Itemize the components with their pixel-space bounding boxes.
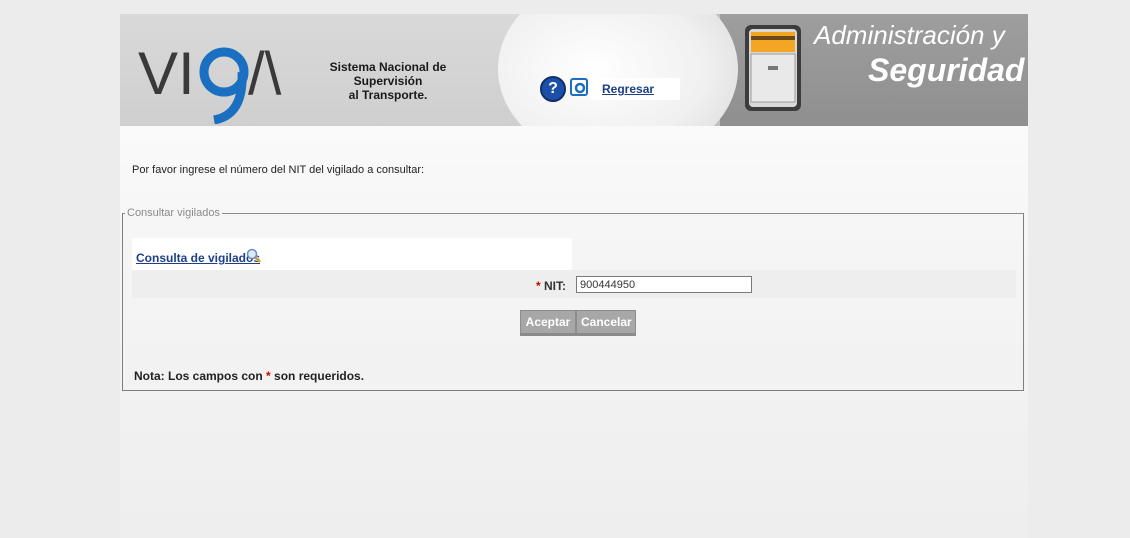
consultar-vigilados-fieldset: Consultar vigilados: [122, 207, 1024, 391]
nit-prompt: Por favor ingrese el número del NIT del …: [132, 164, 425, 176]
note-prefix: Nota: Los campos con: [134, 369, 263, 383]
filing-cabinet-icon: [745, 25, 801, 111]
required-mark: *: [536, 279, 541, 293]
nit-row: [132, 270, 1016, 298]
aceptar-button[interactable]: Aceptar: [520, 310, 576, 336]
svg-text:/\: /\: [248, 40, 282, 107]
magnifier-icon[interactable]: [246, 248, 262, 264]
cancelar-button[interactable]: Cancelar: [576, 310, 636, 336]
vigia-logo: VI /\: [138, 40, 282, 124]
svg-text:VI: VI: [138, 40, 195, 107]
header-banner: VI /\ Sistema Nacional de Supervisión al…: [120, 14, 1028, 126]
consulta-vigilados-link[interactable]: Consulta de vigilados: [136, 251, 260, 265]
required-note: Nota: Los campos con * son requeridos.: [134, 369, 364, 383]
note-suffix: son requeridos.: [274, 369, 365, 383]
nit-input[interactable]: [576, 276, 752, 293]
back-icon[interactable]: [570, 78, 588, 96]
question-icon[interactable]: ?: [540, 76, 566, 102]
back-link[interactable]: Regresar: [602, 82, 654, 96]
fieldset-legend: Consultar vigilados: [127, 207, 220, 219]
nit-label-text: NIT:: [544, 279, 567, 293]
page: VI /\ Sistema Nacional de Supervisión al…: [120, 14, 1028, 538]
nit-label: * NIT:: [536, 279, 566, 293]
note-required-mark: *: [266, 369, 271, 383]
header-curve: [498, 14, 738, 126]
system-name-line2: al Transporte.: [348, 88, 428, 102]
section-title-line1: Administración y: [814, 20, 1005, 50]
section-title-line2: Seguridad: [868, 52, 1025, 88]
system-name-line1: Sistema Nacional de Supervisión: [329, 60, 447, 88]
system-name: Sistema Nacional de Supervisión al Trans…: [298, 60, 478, 102]
